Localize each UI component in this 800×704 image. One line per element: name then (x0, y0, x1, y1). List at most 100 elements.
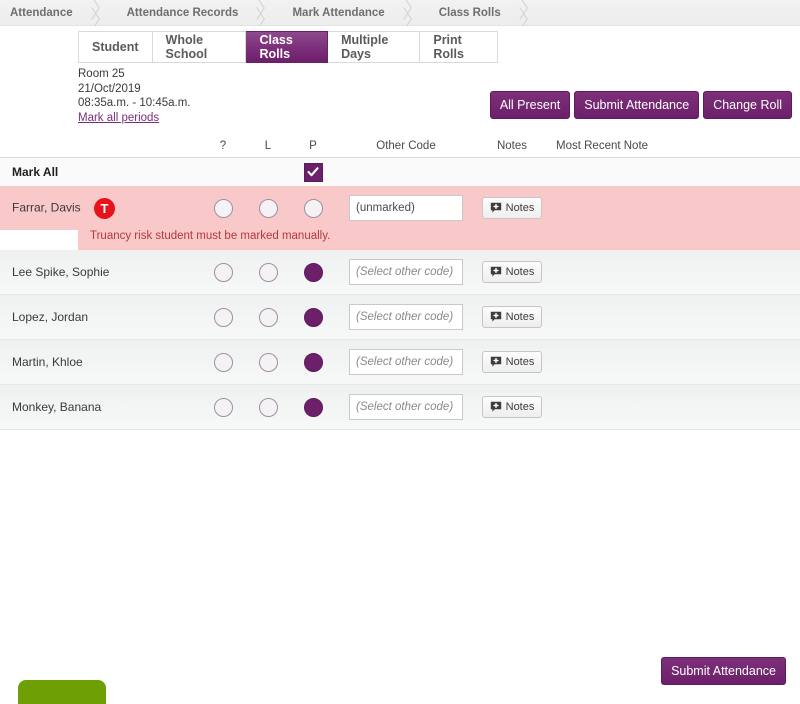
footer-submit-attendance-button[interactable]: Submit Attendance (661, 657, 786, 685)
late-cell (246, 307, 290, 327)
other-code-cell (336, 304, 476, 330)
notes-button[interactable]: Notes (481, 306, 543, 328)
attendance-table: ? L P Other Code Notes Most Recent Note … (0, 135, 800, 430)
student-name-cell: Martin, Khloe (0, 355, 200, 369)
notes-cell: Notes (476, 351, 548, 373)
change-roll-button[interactable]: Change Roll (703, 91, 792, 119)
notes-button[interactable]: Notes (481, 351, 543, 373)
breadcrumb: Attendance Attendance Records Mark Atten… (0, 0, 800, 26)
breadcrumb-label: Attendance Records (126, 6, 239, 19)
late-radio[interactable] (258, 352, 278, 372)
mark-all-present-checkbox[interactable] (303, 162, 323, 182)
tab-label: Multiple Days (341, 33, 389, 61)
other-code-cell (336, 394, 476, 420)
note-add-icon (490, 202, 501, 213)
late-radio[interactable] (258, 262, 278, 282)
question-cell (200, 198, 246, 218)
header-present: P (309, 140, 317, 152)
present-radio[interactable] (303, 262, 323, 282)
notes-button-label: Notes (505, 202, 535, 214)
student-name-cell: Lopez, Jordan (0, 310, 200, 324)
present-cell (290, 352, 336, 372)
notes-button-label: Notes (505, 356, 535, 368)
student-name-cell: Lee Spike, Sophie (0, 265, 200, 279)
tab-student[interactable]: Student (78, 31, 153, 63)
question-radio[interactable] (213, 262, 233, 282)
table-header-row: ? L P Other Code Notes Most Recent Note (0, 135, 800, 158)
tab-bar: Student Whole School Class Rolls Multipl… (78, 31, 498, 63)
other-code-input[interactable] (349, 259, 463, 285)
breadcrumb-chevron-icon (248, 0, 274, 25)
notes-button[interactable]: Notes (481, 197, 543, 219)
question-cell (200, 307, 246, 327)
note-add-icon (490, 401, 501, 412)
late-cell (246, 397, 290, 417)
tab-multiple-days[interactable]: Multiple Days (328, 31, 421, 63)
other-code-cell (336, 195, 476, 221)
other-code-input[interactable] (349, 195, 463, 221)
late-cell (246, 198, 290, 218)
late-cell (246, 262, 290, 282)
breadcrumb-item-attendance-records[interactable]: Attendance Records (109, 0, 249, 25)
roll-date: 21/Oct/2019 (78, 82, 141, 95)
student-name: Lee Spike, Sophie (12, 265, 110, 279)
roll-time: 08:35a.m. - 10:45a.m. (78, 97, 191, 109)
breadcrumb-item-mark-attendance[interactable]: Mark Attendance (274, 0, 394, 25)
notes-button[interactable]: Notes (481, 396, 543, 418)
tab-label: Student (92, 40, 139, 54)
present-radio[interactable] (303, 198, 323, 218)
notes-cell: Notes (476, 396, 548, 418)
tab-label: Print Rolls (433, 33, 464, 61)
breadcrumb-chevron-icon (395, 0, 421, 25)
other-code-input[interactable] (349, 349, 463, 375)
other-code-cell (336, 259, 476, 285)
check-icon (307, 167, 319, 177)
roll-info: Room 25 21/Oct/2019 08:35a.m. - 10:45a.m… (78, 67, 191, 125)
breadcrumb-item-attendance[interactable]: Attendance (0, 0, 83, 25)
breadcrumb-chevron-icon (511, 0, 537, 25)
present-radio[interactable] (303, 307, 323, 327)
breadcrumb-item-class-rolls[interactable]: Class Rolls (421, 0, 511, 25)
question-radio[interactable] (213, 198, 233, 218)
late-radio[interactable] (258, 397, 278, 417)
roll-room: Room 25 (78, 68, 125, 80)
question-cell (200, 262, 246, 282)
tab-whole-school[interactable]: Whole School (152, 31, 247, 63)
note-add-icon (490, 356, 501, 367)
other-code-input[interactable] (349, 394, 463, 420)
late-cell (246, 352, 290, 372)
header-notes: Notes (496, 140, 528, 152)
question-radio[interactable] (213, 397, 233, 417)
notes-cell: Notes (476, 261, 548, 283)
help-tab[interactable] (18, 680, 106, 704)
note-add-icon (490, 266, 501, 277)
present-cell (290, 307, 336, 327)
question-radio[interactable] (213, 352, 233, 372)
mark-all-label: Mark All (12, 165, 59, 179)
table-row: Farrar, Davis T Not (0, 186, 800, 230)
question-radio[interactable] (213, 307, 233, 327)
notes-button[interactable]: Notes (481, 261, 543, 283)
action-buttons: All Present Submit Attendance Change Rol… (489, 91, 792, 119)
present-cell (290, 397, 336, 417)
late-radio[interactable] (258, 198, 278, 218)
other-code-input[interactable] (349, 304, 463, 330)
header-most-recent-note: Most Recent Note (556, 140, 649, 152)
present-cell (290, 262, 336, 282)
other-code-cell (336, 349, 476, 375)
page-body: Student Whole School Class Rolls Multipl… (0, 26, 800, 430)
present-radio[interactable] (303, 352, 323, 372)
header-question: ? (219, 140, 227, 152)
present-cell (290, 198, 336, 218)
present-radio[interactable] (303, 397, 323, 417)
late-radio[interactable] (258, 307, 278, 327)
all-present-button[interactable]: All Present (489, 91, 571, 119)
roll-info-row: Room 25 21/Oct/2019 08:35a.m. - 10:45a.m… (78, 67, 792, 125)
submit-attendance-button[interactable]: Submit Attendance (574, 91, 700, 119)
tab-class-rolls[interactable]: Class Rolls (246, 31, 329, 63)
tab-print-rolls[interactable]: Print Rolls (420, 31, 498, 63)
breadcrumb-chevron-icon (83, 0, 109, 25)
truancy-alert-message: Truancy risk student must be marked manu… (78, 230, 800, 250)
question-cell (200, 397, 246, 417)
mark-all-periods-link[interactable]: Mark all periods (78, 112, 159, 124)
